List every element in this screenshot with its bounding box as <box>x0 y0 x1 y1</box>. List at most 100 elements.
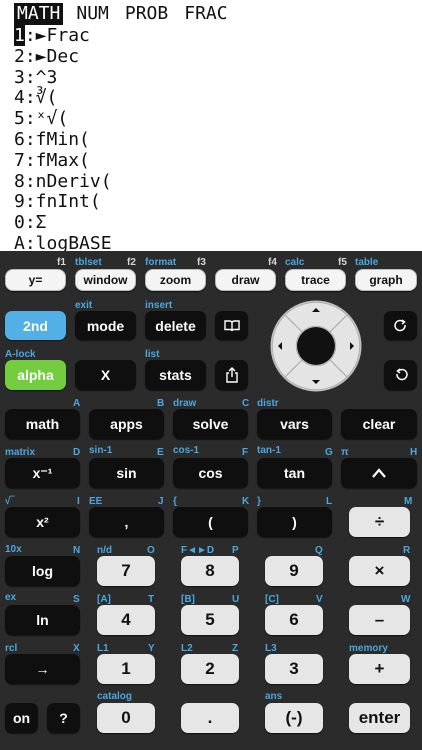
inverse-key[interactable]: x⁻¹ <box>5 458 80 488</box>
on-key[interactable]: on <box>5 703 38 733</box>
menu-item-fmin[interactable]: 6:fMin( <box>14 129 112 151</box>
two-key[interactable]: 2 <box>181 654 239 684</box>
multiply-key[interactable]: × <box>349 556 410 586</box>
negate-key[interactable]: (-) <box>265 703 323 733</box>
label-f5: f5 <box>338 257 347 268</box>
label-catalog: catalog <box>97 691 133 702</box>
label-rcl: rcl <box>5 643 18 654</box>
delete-key[interactable]: delete <box>145 311 206 340</box>
stats-key[interactable]: stats <box>145 360 206 390</box>
store-key[interactable]: → <box>5 654 80 684</box>
label-N: N <box>73 545 81 556</box>
undo-icon[interactable] <box>384 360 417 390</box>
label-ex: ex <box>5 592 17 603</box>
log-key[interactable]: log <box>5 556 80 586</box>
label-F: F <box>242 447 249 458</box>
draw-key[interactable]: draw <box>215 269 276 291</box>
five-key[interactable]: 5 <box>181 605 239 635</box>
label-exit: exit <box>75 300 93 311</box>
apps-key[interactable]: apps <box>89 409 164 439</box>
menu-item-nderiv[interactable]: 8:nDeriv( <box>14 171 112 193</box>
label-nd: n/d <box>97 545 112 556</box>
label-V: V <box>316 594 323 605</box>
trace-key[interactable]: trace <box>285 269 346 291</box>
label-list: list <box>145 349 160 360</box>
label-pi: π <box>341 447 349 458</box>
divide-key[interactable]: ÷ <box>349 507 410 537</box>
menu-item-cube-root[interactable]: 4:∛( <box>14 87 112 109</box>
label-C-matrix: [C] <box>265 594 279 605</box>
cos-key[interactable]: cos <box>173 458 248 488</box>
label-U: U <box>232 594 240 605</box>
book-icon[interactable] <box>215 311 248 340</box>
menu-tabs: MATH NUM PROB FRAC <box>14 3 241 25</box>
graph-key[interactable]: graph <box>355 269 417 291</box>
label-distr: distr <box>257 398 279 409</box>
four-key[interactable]: 4 <box>97 605 155 635</box>
arrow-pad <box>270 300 362 392</box>
menu-item-frac[interactable]: 1:►Frac <box>14 25 112 47</box>
menu-item-cube[interactable]: 3:^3 <box>14 67 112 89</box>
mode-key[interactable]: mode <box>75 311 136 340</box>
left-paren-key[interactable]: ( <box>173 507 248 537</box>
y-equals-key[interactable]: y= <box>5 269 66 291</box>
tan-key[interactable]: tan <box>257 458 332 488</box>
menu-item-xth-root[interactable]: 5:ˣ√( <box>14 108 112 130</box>
square-key[interactable]: x² <box>5 507 80 537</box>
tab-math[interactable]: MATH <box>14 3 64 25</box>
second-key[interactable]: 2nd <box>5 311 66 340</box>
zero-key[interactable]: 0 <box>97 703 155 733</box>
alpha-key[interactable]: alpha <box>5 360 66 390</box>
label-Z: Z <box>232 643 239 654</box>
help-key[interactable]: ? <box>47 703 80 733</box>
math-key[interactable]: math <box>5 409 80 439</box>
one-key[interactable]: 1 <box>97 654 155 684</box>
label-format: format <box>145 257 177 268</box>
label-H: H <box>410 447 418 458</box>
label-C: C <box>242 398 250 409</box>
menu-item-fnint[interactable]: 9:fnInt( <box>14 191 112 213</box>
zoom-key[interactable]: zoom <box>145 269 206 291</box>
six-key[interactable]: 6 <box>265 605 323 635</box>
menu-item-fmax[interactable]: 7:fMax( <box>14 150 112 172</box>
label-O: O <box>147 545 155 556</box>
right-paren-key[interactable]: ) <box>257 507 332 537</box>
label-lbrace: { <box>173 496 177 507</box>
tab-prob[interactable]: PROB <box>122 3 171 25</box>
label-B-matrix: [B] <box>181 594 195 605</box>
solve-key[interactable]: solve <box>173 409 248 439</box>
sin-key[interactable]: sin <box>89 458 164 488</box>
window-key[interactable]: window <box>75 269 136 291</box>
label-P: P <box>232 545 239 556</box>
label-Q: Q <box>315 545 323 556</box>
ln-key[interactable]: ln <box>5 605 80 635</box>
redo-icon[interactable] <box>384 311 417 340</box>
vars-key[interactable]: vars <box>257 409 332 439</box>
minus-key[interactable]: – <box>349 605 410 635</box>
label-EE: EE <box>89 496 103 507</box>
plus-key[interactable]: + <box>349 654 410 684</box>
comma-key[interactable]: , <box>89 507 164 537</box>
x-var-key[interactable]: X <box>75 360 136 390</box>
label-rbrace: } <box>257 496 261 507</box>
label-X: X <box>73 643 80 654</box>
label-sin-inv: sin-1 <box>89 445 113 456</box>
clear-key[interactable]: clear <box>341 409 417 439</box>
eight-key[interactable]: 8 <box>181 556 239 586</box>
menu-item-sigma[interactable]: 0:Σ <box>14 212 112 234</box>
seven-key[interactable]: 7 <box>97 556 155 586</box>
menu-item-dec[interactable]: 2:►Dec <box>14 46 112 68</box>
tab-frac[interactable]: FRAC <box>181 3 230 25</box>
calculator-screen: MATH NUM PROB FRAC 1:►Frac 2:►Dec 3:^3 4… <box>0 0 422 254</box>
label-L: L <box>326 496 333 507</box>
label-f1: f1 <box>57 257 66 268</box>
label-L1: L1 <box>97 643 109 654</box>
nine-key[interactable]: 9 <box>265 556 323 586</box>
tab-num[interactable]: NUM <box>73 3 112 25</box>
three-key[interactable]: 3 <box>265 654 323 684</box>
decimal-key[interactable]: . <box>181 703 239 733</box>
caret-icon[interactable] <box>341 458 417 488</box>
share-icon[interactable] <box>215 360 248 390</box>
label-sqrt: √‾ <box>5 496 14 507</box>
enter-key[interactable]: enter <box>349 703 410 733</box>
